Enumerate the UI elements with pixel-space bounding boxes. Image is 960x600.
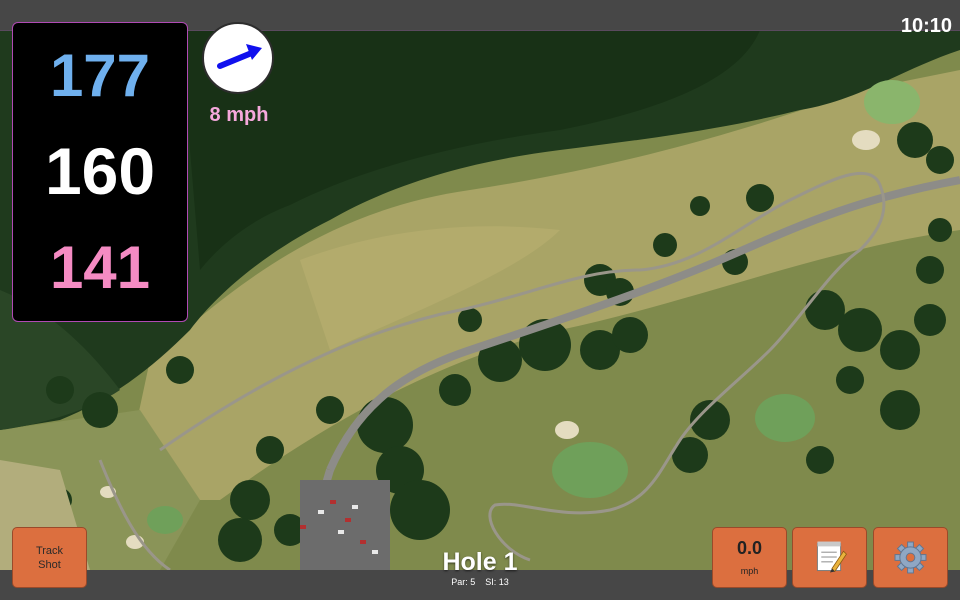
golf-gps-screen: 10:10 177 160 141 8 mph Hole 1 Par: 5 SI…	[0, 0, 960, 600]
track-shot-label-line1: Track	[35, 544, 64, 557]
wind-speed-label: 8 mph	[209, 104, 269, 126]
track-shot-label-line2: Shot	[38, 558, 61, 571]
front-of-green-yardage: 141	[49, 234, 151, 301]
middle-of-green-yardage: 160	[44, 134, 156, 208]
settings-button[interactable]	[873, 527, 948, 588]
stroke-index-label: SI: 13	[485, 577, 509, 587]
notepad-icon	[816, 541, 847, 573]
speed-value: 0.0	[736, 538, 763, 558]
hole-title: Hole 1	[442, 548, 518, 576]
gear-icon	[894, 541, 927, 574]
wind-direction-arrow-icon	[217, 44, 262, 69]
speed-button[interactable]: 0.0 mph	[712, 527, 787, 588]
par-label: Par: 5	[451, 577, 476, 587]
yardage-panel: 177 160 141	[12, 22, 188, 322]
track-shot-button[interactable]: Track Shot	[12, 527, 87, 588]
notes-button[interactable]	[792, 527, 867, 588]
clock-time: 10:10	[900, 15, 952, 37]
hole-info: Par: 5 SI: 13	[400, 577, 560, 587]
wind-indicator	[202, 22, 274, 94]
back-of-green-yardage: 177	[49, 42, 151, 109]
speed-unit: mph	[740, 566, 759, 576]
